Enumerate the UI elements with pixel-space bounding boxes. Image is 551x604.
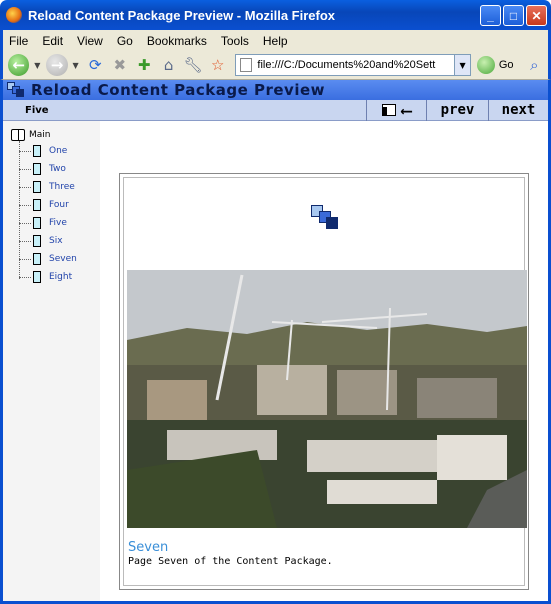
reload-cubes-icon xyxy=(311,205,341,235)
tree-item-eight[interactable]: Eight xyxy=(19,271,72,283)
close-button[interactable]: ✕ xyxy=(526,5,547,26)
document-icon xyxy=(33,253,41,265)
page-description: Page Seven of the Content Package. xyxy=(128,556,333,567)
document-icon xyxy=(33,271,41,283)
menu-bar: File Edit View Go Bookmarks Tools Help xyxy=(0,30,551,51)
left-arrow-icon: ⟵ xyxy=(401,100,412,120)
window-titlebar: Reload Content Package Preview - Mozilla… xyxy=(0,0,551,30)
wrench-icon[interactable]: 🔧︎ xyxy=(182,54,203,76)
page-title: Seven xyxy=(128,540,169,555)
menu-help[interactable]: Help xyxy=(263,34,288,48)
tree-item-one[interactable]: One xyxy=(19,145,67,157)
document-icon xyxy=(33,181,41,193)
tree-item-label: Seven xyxy=(49,254,77,264)
reload-logo-icon xyxy=(7,82,25,98)
toggle-toc-button[interactable]: ⟵ xyxy=(366,99,426,121)
maximize-button[interactable]: □ xyxy=(503,5,524,26)
document-icon xyxy=(33,217,41,229)
window-title: Reload Content Package Preview - Mozilla… xyxy=(28,7,336,23)
tree-item-label: One xyxy=(49,146,68,156)
menu-edit[interactable]: Edit xyxy=(42,34,63,48)
construction-site-photo xyxy=(127,270,527,528)
forward-button[interactable]: → xyxy=(46,54,68,76)
reload-title: Reload Content Package Preview xyxy=(31,81,326,99)
menu-view[interactable]: View xyxy=(77,34,103,48)
reload-header: Reload Content Package Preview xyxy=(3,80,548,100)
navigation-toolbar: ← ▼ → ▼ ⟳ ✖ ✚ ⌂ 🔧︎ ☆ file:///C:/Document… xyxy=(0,51,551,80)
bookmark-star-icon[interactable]: ☆ xyxy=(207,54,228,76)
go-label: Go xyxy=(498,59,514,71)
tree-item-label: Five xyxy=(49,218,67,228)
url-field[interactable]: file:///C:/Documents%20and%20Sett xyxy=(235,54,456,76)
tree-item-label: Six xyxy=(49,236,63,246)
go-button[interactable]: Go xyxy=(476,56,514,74)
menu-file[interactable]: File xyxy=(9,34,28,48)
toc-sidebar: Main One Two Three Four Five Six Seven E… xyxy=(3,121,100,601)
package-nav-bar: Five ⟵ prev next xyxy=(3,99,548,121)
tree-item-label: Four xyxy=(49,200,69,210)
tree-item-five[interactable]: Five xyxy=(19,217,67,229)
firefox-icon xyxy=(6,7,22,23)
tree-item-three[interactable]: Three xyxy=(19,181,75,193)
back-dropdown-icon[interactable]: ▼ xyxy=(32,54,42,76)
window-controls: _ □ ✕ xyxy=(480,5,547,26)
url-text: file:///C:/Documents%20and%20Sett xyxy=(257,59,436,71)
forward-dropdown-icon[interactable]: ▼ xyxy=(71,54,81,76)
document-icon xyxy=(33,199,41,211)
tree-item-four[interactable]: Four xyxy=(19,199,69,211)
tree-item-six[interactable]: Six xyxy=(19,235,63,247)
go-icon xyxy=(476,56,495,74)
reload-icon[interactable]: ⟳ xyxy=(85,54,106,76)
search-icon[interactable]: ⌕ xyxy=(524,54,545,76)
photo-illustration xyxy=(127,270,527,528)
content-panel: Seven Page Seven of the Content Package. xyxy=(119,173,529,590)
document-icon xyxy=(33,235,41,247)
home-icon[interactable]: ⌂ xyxy=(158,54,179,76)
document-icon xyxy=(33,145,41,157)
stop-icon[interactable]: ✖ xyxy=(109,54,130,76)
tree-root[interactable]: Main xyxy=(11,129,51,141)
toc-icon xyxy=(381,104,396,116)
menu-bookmarks[interactable]: Bookmarks xyxy=(147,34,207,48)
current-item-label: Five xyxy=(25,104,49,116)
tree-item-label: Three xyxy=(49,182,75,192)
document-icon xyxy=(33,163,41,175)
tree-item-label: Eight xyxy=(49,272,73,282)
minimize-button[interactable]: _ xyxy=(480,5,501,26)
tree-item-two[interactable]: Two xyxy=(19,163,66,175)
tree-item-seven[interactable]: Seven xyxy=(19,253,77,265)
menu-go[interactable]: Go xyxy=(117,34,133,48)
back-button[interactable]: ← xyxy=(8,54,30,76)
next-button[interactable]: next xyxy=(488,99,548,121)
tree-item-label: Two xyxy=(49,164,66,174)
content-frame: Seven Page Seven of the Content Package. xyxy=(123,177,527,586)
menu-tools[interactable]: Tools xyxy=(221,34,249,48)
new-tab-icon[interactable]: ✚ xyxy=(133,54,154,76)
page-icon xyxy=(240,58,253,72)
url-dropdown-icon[interactable]: ▼ xyxy=(455,54,471,76)
tree-root-label: Main xyxy=(29,130,51,140)
book-icon xyxy=(11,129,25,141)
prev-button[interactable]: prev xyxy=(426,99,488,121)
